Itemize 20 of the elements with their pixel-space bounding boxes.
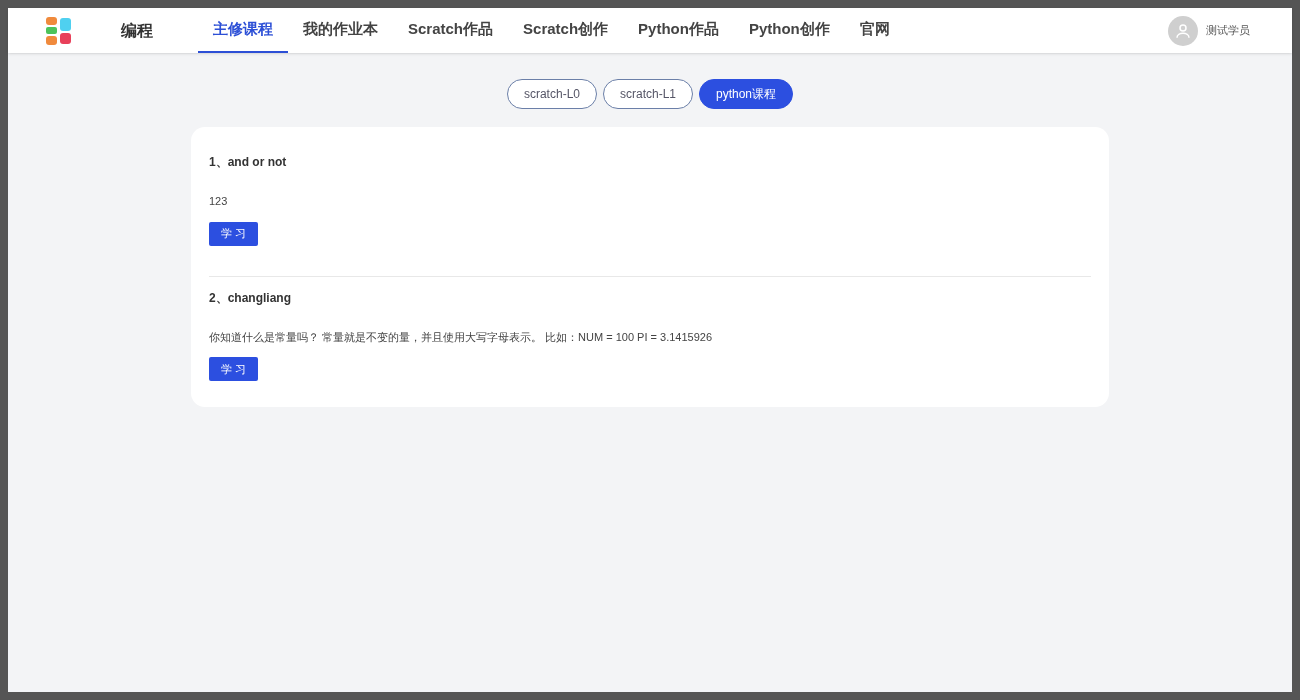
brand-title: 编程 (121, 20, 153, 41)
nav-tab[interactable]: 官网 (844, 8, 905, 53)
nav-tab[interactable]: Scratch创作 (508, 8, 624, 53)
lesson-title: 1、and or not (209, 154, 288, 171)
study-button[interactable]: 学 习 (209, 357, 258, 381)
nav-tab[interactable]: Python作品 (623, 8, 734, 53)
course-tab[interactable]: scratch-L0 (506, 79, 597, 109)
course-tab[interactable]: python课程 (699, 79, 794, 109)
logo-icon (46, 16, 72, 45)
lesson-description: 你知道什么是常量吗？ 常量就是不变的量，并且使用大写字母表示。 比如：NUM = 100 PI = 3.1415926 (209, 329, 714, 345)
nav-tab[interactable]: 主修课程 (198, 8, 288, 53)
study-button[interactable]: 学 习 (209, 221, 258, 246)
user-name: 测试学员 (1206, 23, 1250, 39)
lesson-title: 2、changliang (209, 289, 292, 307)
nav-tab[interactable]: Scratch作品 (393, 8, 509, 53)
lesson-description: 123 (209, 194, 229, 209)
avatar-icon[interactable] (1168, 15, 1198, 46)
nav-tab[interactable]: Python创作 (733, 8, 845, 53)
course-tab[interactable]: scratch-L1 (603, 79, 693, 109)
nav-tab[interactable]: 我的作业本 (288, 8, 393, 53)
